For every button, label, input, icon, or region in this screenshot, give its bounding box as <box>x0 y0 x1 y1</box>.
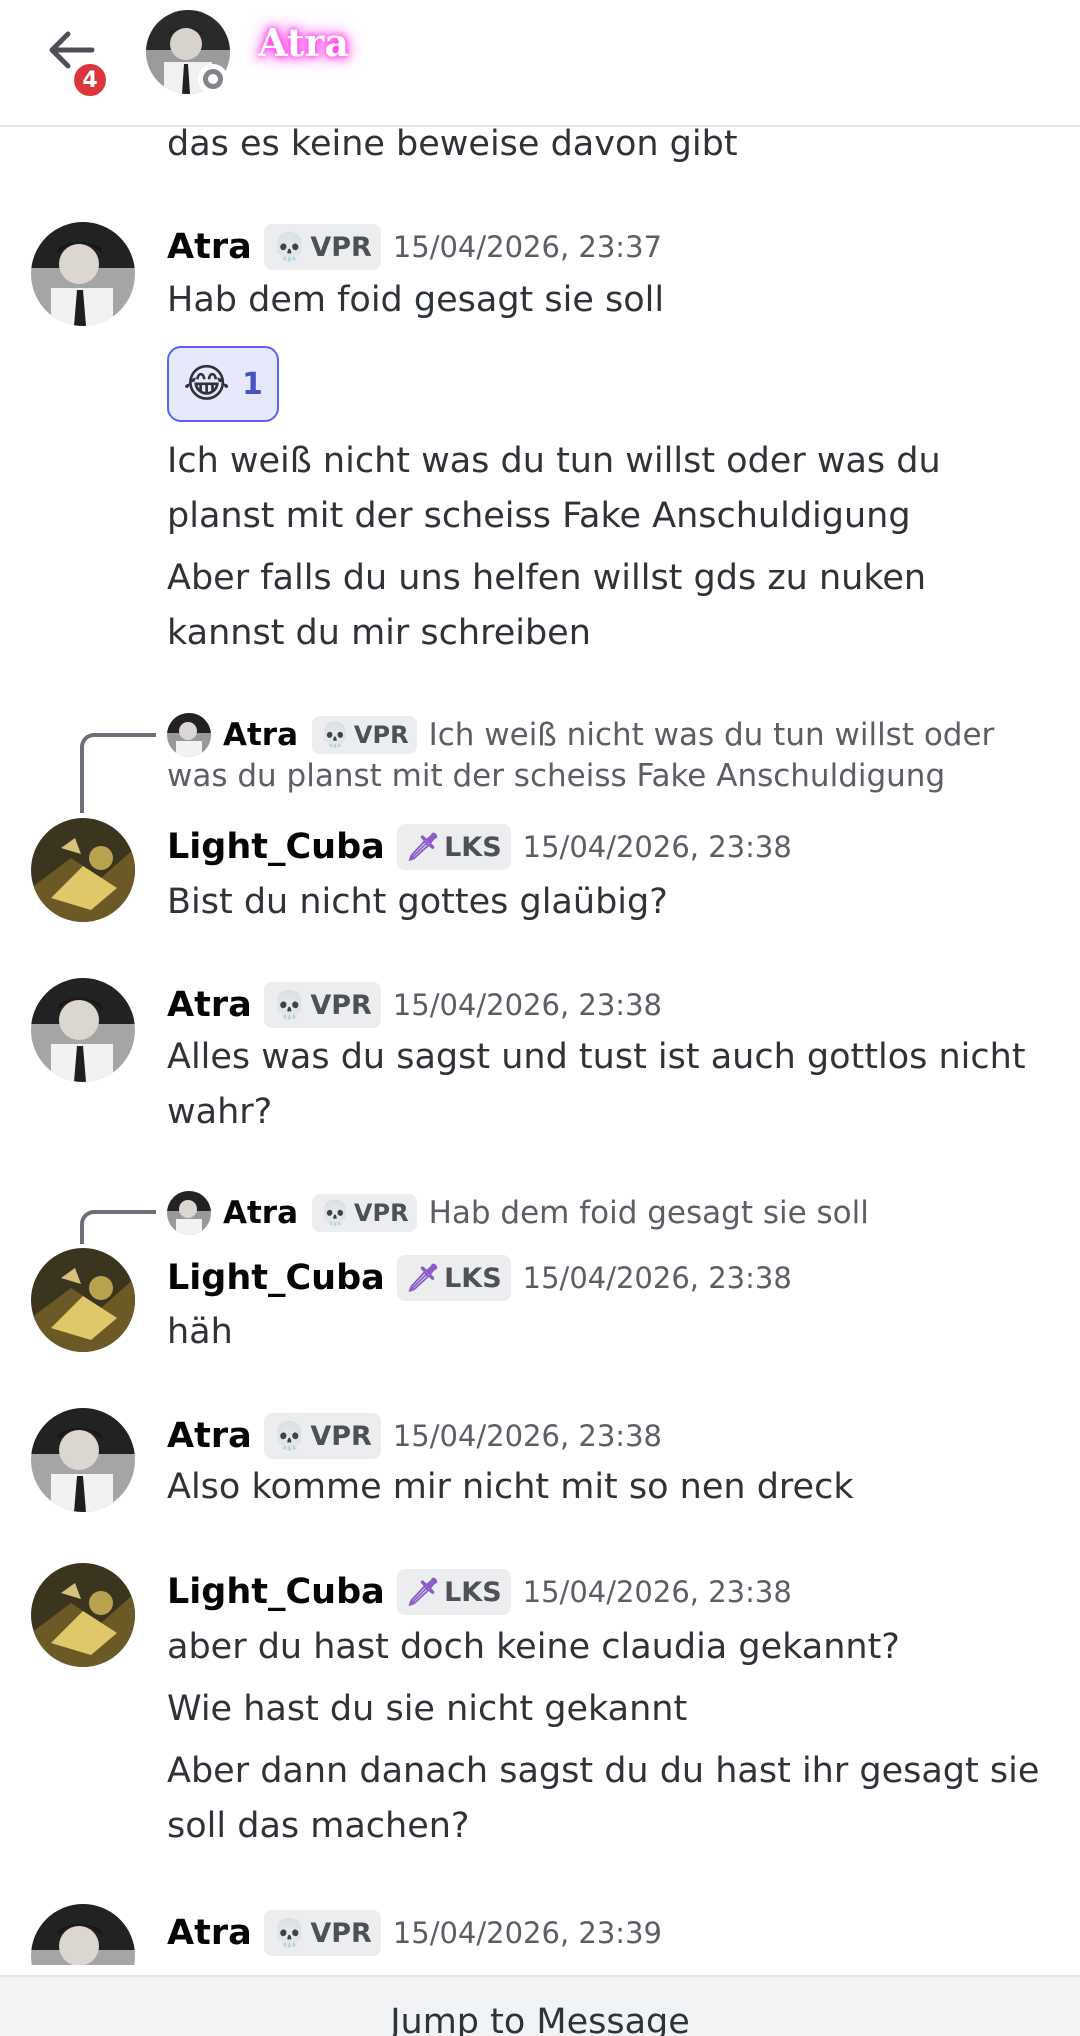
avatar[interactable] <box>31 818 135 922</box>
message-text: Alles was du sagst und tust ist auch got… <box>167 1037 1026 1077</box>
laughing-emoji-icon: 😂 <box>183 361 230 407</box>
skull-icon: 💀 <box>320 1199 350 1227</box>
unread-badge: 4 <box>70 60 110 100</box>
skull-icon: 💀 <box>272 232 307 263</box>
message-text: aber du hast doch keine claudia gekannt? <box>167 1627 900 1667</box>
reply-username: Atra <box>223 1195 299 1231</box>
message-header: Light_Cuba 🗡 LKS 15/04/2026, 23:38 <box>167 1567 792 1617</box>
reply-text: was du planst mit der scheiss Fake Ansch… <box>167 758 946 794</box>
message-text: kannst du mir schreiben <box>167 613 591 653</box>
message-header: Atra 💀 VPR 15/04/2026, 23:37 <box>167 222 662 272</box>
message-text: Also komme mir nicht mit so nen dreck <box>167 1467 854 1507</box>
message-text: Wie hast du sie nicht gekannt <box>167 1689 688 1729</box>
message-text: Hab dem foid gesagt sie soll <box>167 280 665 320</box>
username[interactable]: Light_Cuba <box>167 827 385 867</box>
reaction-button[interactable]: 😂 1 <box>167 346 279 422</box>
guild-tag: 💀 VPR <box>312 716 417 754</box>
avatar[interactable] <box>31 222 135 326</box>
avatar[interactable] <box>31 1563 135 1667</box>
message-header: Atra 💀 VPR 15/04/2026, 23:38 <box>167 1411 662 1461</box>
message-text: Aber dann danach sagst du du hast ihr ge… <box>167 1751 1040 1791</box>
jump-to-message-button[interactable]: Jump to Message <box>0 1975 1080 2036</box>
message-text: häh <box>167 1312 233 1352</box>
reply-preview[interactable]: Atra 💀 VPR Hab dem foid gesagt sie soll <box>167 1190 869 1236</box>
guild-tag[interactable]: 💀 VPR <box>263 982 381 1028</box>
avatar <box>167 713 211 757</box>
message-text: wahr? <box>167 1092 273 1132</box>
username[interactable]: Atra <box>167 227 252 267</box>
avatar[interactable] <box>31 1248 135 1352</box>
timestamp: 15/04/2026, 23:39 <box>392 1916 662 1950</box>
guild-tag[interactable]: 💀 VPR <box>263 1413 381 1459</box>
reply-spine <box>80 733 156 813</box>
reply-text: Hab dem foid gesagt sie soll <box>428 1195 869 1231</box>
message-text: Bist du nicht gottes glaübig? <box>167 882 668 922</box>
reaction-count: 1 <box>241 366 263 402</box>
avatar[interactable] <box>31 1408 135 1512</box>
guild-tag[interactable]: 💀 VPR <box>263 1910 381 1956</box>
message-text: soll das machen? <box>167 1806 470 1846</box>
offline-status-icon <box>198 64 228 94</box>
timestamp: 15/04/2026, 23:38 <box>522 1575 792 1609</box>
message-header: Light_Cuba 🗡 LKS 15/04/2026, 23:38 <box>167 822 792 872</box>
sword-icon: 🗡 <box>405 1263 441 1294</box>
timestamp: 15/04/2026, 23:38 <box>392 988 662 1022</box>
username[interactable]: Light_Cuba <box>167 1258 385 1298</box>
reply-preview[interactable]: Atra 💀 VPR Ich weiß nicht was du tun will… <box>167 712 994 758</box>
message-header: Light_Cuba 🗡 LKS 15/04/2026, 23:38 <box>167 1253 792 1303</box>
sword-icon: 🗡 <box>405 832 441 863</box>
message-text: Ich weiß nicht was du tun willst oder wa… <box>167 441 941 481</box>
chat-header: 4 Atra <box>0 0 1080 127</box>
timestamp: 15/04/2026, 23:38 <box>522 830 792 864</box>
guild-tag[interactable]: 💀 VPR <box>263 224 381 270</box>
skull-icon: 💀 <box>320 721 350 749</box>
guild-tag[interactable]: 🗡 LKS <box>396 1569 511 1615</box>
reply-username: Atra <box>223 717 299 753</box>
timestamp: 15/04/2026, 23:38 <box>522 1261 792 1295</box>
skull-icon: 💀 <box>272 1421 307 1452</box>
message-text: planst mit der scheiss Fake Anschuldigun… <box>167 496 911 536</box>
message-text: Aber falls du uns helfen willst gds zu n… <box>167 558 927 598</box>
guild-tag[interactable]: 🗡 LKS <box>396 1255 511 1301</box>
timestamp: 15/04/2026, 23:37 <box>392 230 662 264</box>
username[interactable]: Atra <box>167 985 252 1025</box>
username[interactable]: Atra <box>167 1416 252 1456</box>
username[interactable]: Atra <box>167 1913 252 1953</box>
skull-icon: 💀 <box>272 1918 307 1949</box>
reply-spine <box>80 1210 156 1244</box>
guild-tag: 💀 VPR <box>312 1194 417 1232</box>
skull-icon: 💀 <box>272 990 307 1021</box>
guild-tag[interactable]: 🗡 LKS <box>396 824 511 870</box>
avatar[interactable] <box>31 978 135 1082</box>
message-header: Atra 💀 VPR 15/04/2026, 23:38 <box>167 980 662 1030</box>
reply-text: Ich weiß nicht was du tun willst oder <box>428 717 995 753</box>
timestamp: 15/04/2026, 23:38 <box>392 1419 662 1453</box>
username[interactable]: Light_Cuba <box>167 1572 385 1612</box>
avatar <box>167 1191 211 1235</box>
message-header: Atra 💀 VPR 15/04/2026, 23:39 <box>167 1908 662 1958</box>
header-title[interactable]: Atra <box>258 20 349 65</box>
sword-icon: 🗡 <box>405 1577 441 1608</box>
back-button[interactable]: 4 <box>44 24 110 100</box>
